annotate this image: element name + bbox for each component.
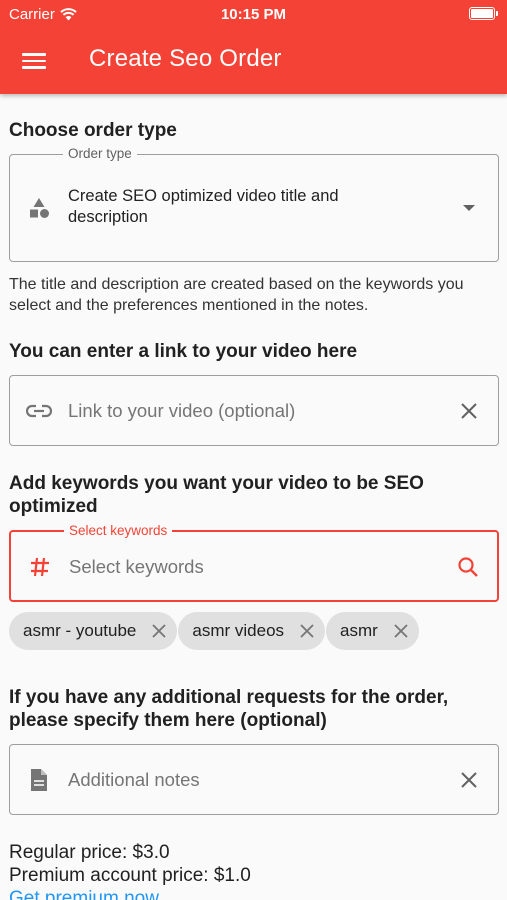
- chip-label: asmr - youtube: [23, 621, 137, 640]
- page-title: Create Seo Order: [89, 45, 282, 72]
- search-icon[interactable]: [455, 554, 481, 580]
- video-link-input[interactable]: Link to your video (optional): [9, 375, 499, 446]
- remove-chip-icon[interactable]: [392, 622, 410, 640]
- clear-notes-icon[interactable]: [456, 767, 482, 793]
- video-link-placeholder: Link to your video (optional): [68, 400, 296, 421]
- order-type-dropdown[interactable]: Order type Create SEO optimized video ti…: [9, 146, 499, 262]
- keywords-placeholder: Select keywords: [69, 556, 204, 577]
- get-premium-link[interactable]: Get premium now: [9, 887, 159, 900]
- hashtag-icon: [27, 554, 53, 580]
- order-type-description: The title and description are created ba…: [9, 276, 464, 314]
- notes-heading: If you have any additional requests for …: [9, 687, 449, 731]
- keyword-chip[interactable]: asmr videos: [178, 612, 326, 650]
- clear-link-icon[interactable]: [456, 398, 482, 424]
- keywords-search-input[interactable]: Select keywords Select keywords: [9, 523, 499, 602]
- menu-icon[interactable]: [22, 49, 48, 69]
- additional-notes-input[interactable]: Additional notes: [9, 744, 499, 815]
- notes-placeholder: Additional notes: [68, 769, 200, 790]
- remove-chip-icon[interactable]: [298, 622, 316, 640]
- regular-price: Regular price: $3.0: [9, 842, 170, 863]
- category-shapes-icon: [26, 195, 52, 221]
- chip-label: asmr videos: [192, 621, 285, 640]
- app-bar: Carrier 10:15 PM Create Seo Order: [0, 0, 507, 94]
- chip-label: asmr: [340, 621, 378, 640]
- keyword-chip[interactable]: asmr: [326, 612, 419, 650]
- dropdown-arrow-icon[interactable]: [456, 195, 482, 221]
- keyword-chips: asmr - youtube asmr videos asmr: [9, 612, 419, 650]
- remove-chip-icon[interactable]: [150, 622, 168, 640]
- premium-price: Premium account price: $1.0: [9, 865, 251, 886]
- keywords-heading: Add keywords you want your video to be S…: [9, 473, 424, 517]
- keywords-legend: Select keywords: [64, 523, 173, 539]
- order-type-value: Create SEO optimized video title and des…: [68, 187, 339, 226]
- status-time: 10:15 PM: [220, 6, 287, 23]
- order-type-heading: Choose order type: [9, 120, 177, 141]
- link-heading: You can enter a link to your video here: [9, 341, 358, 362]
- document-icon: [26, 767, 52, 793]
- link-icon: [26, 398, 52, 424]
- keyword-chip[interactable]: asmr - youtube: [9, 612, 178, 650]
- battery-icon: [469, 7, 498, 20]
- status-bar: Carrier 10:15 PM: [0, 0, 507, 28]
- order-type-legend: Order type: [63, 146, 137, 162]
